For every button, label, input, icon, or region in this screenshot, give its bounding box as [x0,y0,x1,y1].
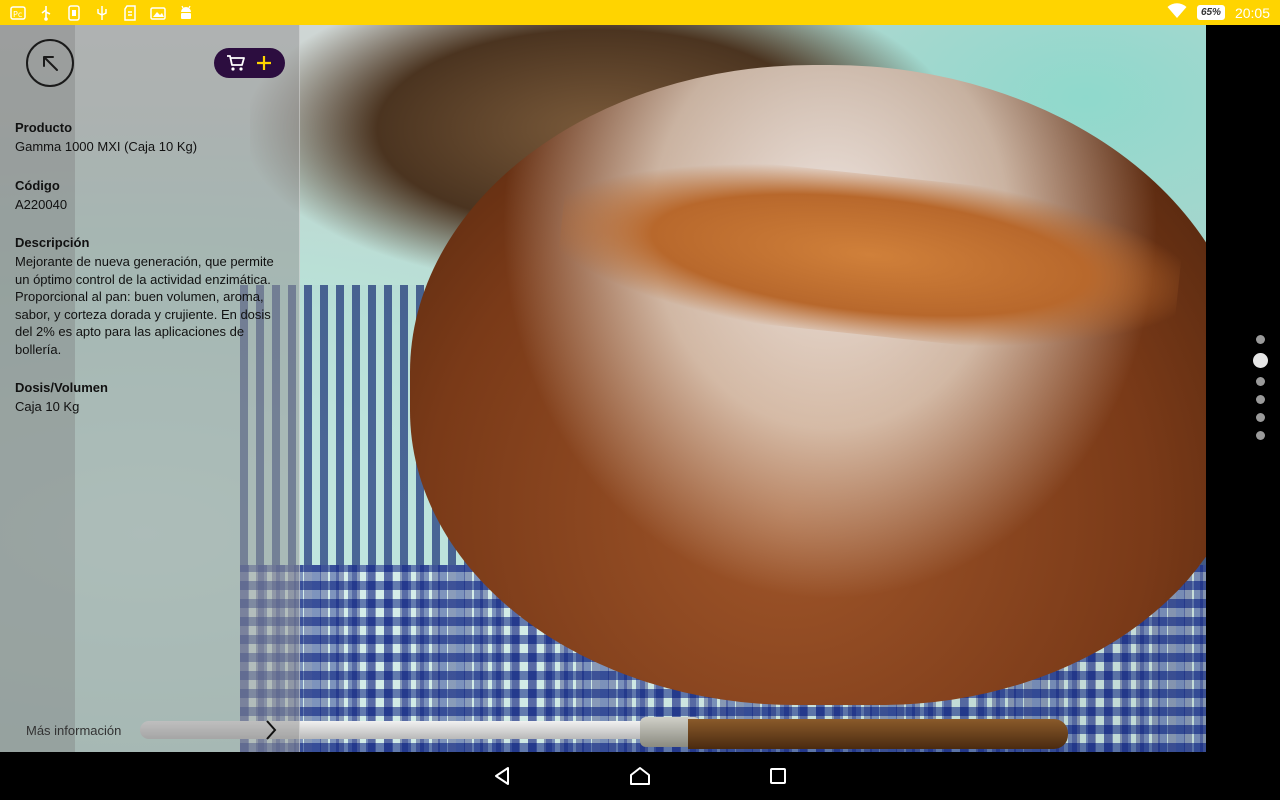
chevron-right-icon [266,720,277,740]
cart-icon [227,55,246,71]
home-icon [630,767,650,785]
page-dot[interactable] [1255,335,1265,344]
dose-label: Dosis/Volumen [15,380,108,395]
usb-debug-icon [94,5,110,21]
wifi-icon [1167,3,1187,22]
product-details: Producto Gamma 1000 MXI (Caja 10 Kg) Cód… [15,120,290,438]
product-description: Mejorante de nueva generación, que permi… [15,254,274,357]
product-name: Gamma 1000 MXI (Caja 10 Kg) [15,139,198,154]
back-button[interactable] [26,39,74,87]
page-dot[interactable] [1255,431,1265,440]
battery-indicator: 65% [1196,5,1225,20]
product-dose: Caja 10 Kg [15,399,80,414]
more-info-label: Más información [26,722,122,738]
bread-loaf [410,65,1206,705]
photo-icon [150,5,166,21]
page-dot[interactable] [1255,395,1265,404]
product-label: Producto [15,120,73,135]
nav-home-button[interactable] [620,756,660,796]
android-icon [178,5,194,21]
add-to-cart-button[interactable] [214,48,285,78]
back-triangle-icon [495,767,509,785]
nav-recents-button[interactable] [758,756,798,796]
sd-card-icon [122,4,138,21]
code-label: Código [15,177,60,193]
clock: 20:05 [1234,4,1270,21]
usb-icon [38,5,54,21]
product-info-panel: Producto Gamma 1000 MXI (Caja 10 Kg) Cód… [0,25,300,752]
page-dot[interactable] [1255,377,1265,386]
description-label: Descripción [15,235,90,250]
sim-icon [66,4,82,21]
page-dot-active[interactable] [1252,353,1268,368]
knife-handle [688,719,1068,749]
more-info-link[interactable]: Más información [26,718,278,742]
nav-back-button[interactable] [482,756,522,796]
product-code: A220040 [15,196,68,212]
recents-square-icon [770,768,786,784]
page-dot[interactable] [1255,413,1265,422]
status-bar: Pc 65% 20:05 [0,0,1280,25]
notification-icon: Pc [10,5,26,21]
svg-text:Pc: Pc [13,10,22,19]
arrow-up-left-icon [43,56,58,71]
navigation-bar [0,752,1280,800]
plus-icon [256,56,271,70]
page-indicator [1252,335,1268,440]
